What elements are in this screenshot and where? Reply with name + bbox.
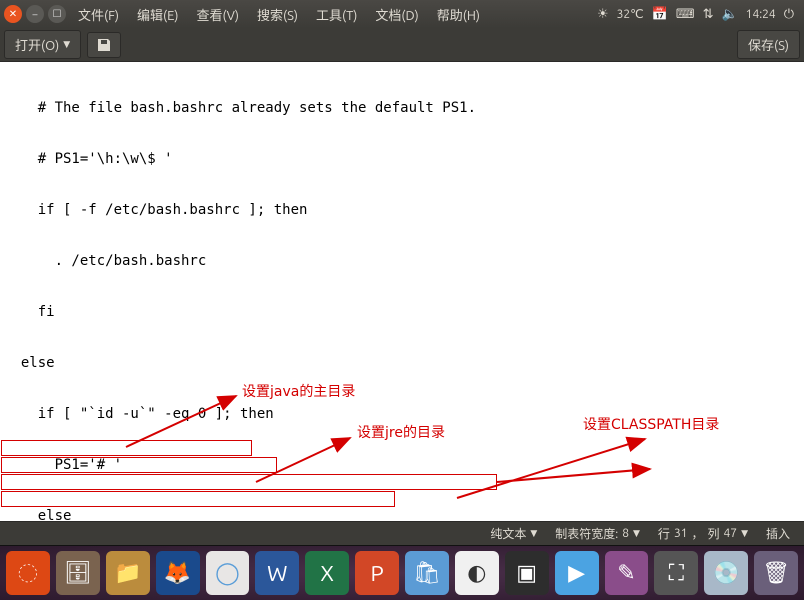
launcher-ubuntu[interactable]: ◌ xyxy=(6,551,50,595)
save-icon xyxy=(96,37,112,53)
volume-icon[interactable]: 🔈 xyxy=(721,7,737,22)
code-line: # PS1='\h:\w\$ ' xyxy=(4,151,804,168)
launcher-disc[interactable]: 💿 xyxy=(704,551,748,595)
save-icon-button[interactable] xyxy=(87,32,121,58)
code-line: . /etc/bash.bashrc xyxy=(4,253,804,270)
editor-area[interactable]: # The file bash.bashrc already sets the … xyxy=(0,62,804,521)
launcher-trash[interactable]: 🗑 xyxy=(754,551,798,595)
launcher-gedit[interactable]: ✎ xyxy=(605,551,649,595)
code-line: else xyxy=(4,508,804,521)
annotation-java-home: 设置java的主目录 xyxy=(242,384,355,401)
highlight-classpath xyxy=(1,474,497,490)
menu-view[interactable]: 查看(V) xyxy=(189,3,247,26)
pos-line: 31 xyxy=(674,527,688,540)
status-insert-mode[interactable]: 插入 xyxy=(760,525,796,542)
code-line: if [ -f /etc/bash.bashrc ]; then xyxy=(4,202,804,219)
menu-help[interactable]: 帮助(H) xyxy=(429,3,488,26)
code-line: # The file bash.bashrc already sets the … xyxy=(4,100,804,117)
chevron-down-icon[interactable]: ▼ xyxy=(741,528,748,539)
status-bar: 纯文本 ▼ 制表符宽度: 8 ▼ 行 31 ， 列 47 ▼ 插入 xyxy=(0,521,804,545)
menu-file[interactable]: 文件(F) xyxy=(70,3,127,26)
temperature-text: 32℃ xyxy=(617,7,644,21)
launcher-chromium[interactable]: ◯ xyxy=(206,551,250,595)
highlight-java-home xyxy=(1,440,252,456)
close-button[interactable]: ✕ xyxy=(4,5,22,23)
launcher-firefox[interactable]: 🦊 xyxy=(156,551,200,595)
launcher-software[interactable]: 🛍 xyxy=(405,551,449,595)
status-language[interactable]: 纯文本 ▼ xyxy=(484,525,543,542)
menu-edit[interactable]: 编辑(E) xyxy=(129,3,186,26)
menu-tools[interactable]: 工具(T) xyxy=(308,3,365,26)
launcher-word[interactable]: W xyxy=(255,551,299,595)
launcher-files[interactable]: 🗄 xyxy=(56,551,100,595)
launcher-powerpoint[interactable]: P xyxy=(355,551,399,595)
pos-col: 47 xyxy=(724,527,738,540)
launcher-excel[interactable]: X xyxy=(305,551,349,595)
launcher-terminal[interactable]: ▣ xyxy=(505,551,549,595)
status-tab-value: 8 xyxy=(622,527,629,540)
code-line: else xyxy=(4,355,804,372)
pos-line-lbl: 行 xyxy=(658,525,670,542)
launcher-settings[interactable]: ⛶ xyxy=(654,551,698,595)
dock: ◌ 🗄 📁 🦊 ◯ W X P 🛍 ◐ ▣ ▶ ✎ ⛶ 💿 🗑 xyxy=(0,545,804,600)
keyboard-icon[interactable]: ⌨ xyxy=(676,7,695,22)
save-label: 保存(S) xyxy=(748,35,789,54)
highlight-path xyxy=(1,491,395,507)
pos-col-lbl: 列 xyxy=(708,525,720,542)
system-tray: ☀ 32℃ 📅 ⌨ ⇅ 🔈 14:24 ⏻ xyxy=(597,7,800,22)
clock-text[interactable]: 14:24 xyxy=(746,8,776,21)
status-cursor-position: 行 31 ， 列 47 ▼ xyxy=(652,525,754,542)
annotation-classpath: 设置CLASSPATH目录 xyxy=(583,417,719,434)
network-icon[interactable]: ⇅ xyxy=(703,7,714,22)
launcher-app[interactable]: ◐ xyxy=(455,551,499,595)
code-line: PS1='# ' xyxy=(4,457,804,474)
chevron-down-icon: ▼ xyxy=(530,528,537,539)
chevron-down-icon: ▼ xyxy=(633,528,640,539)
status-tab-label: 制表符宽度: xyxy=(555,525,618,542)
minimize-button[interactable]: – xyxy=(26,5,44,23)
code-line: fi xyxy=(4,304,804,321)
weather-icon: ☀ xyxy=(597,7,609,22)
status-tab-width[interactable]: 制表符宽度: 8 ▼ xyxy=(549,525,646,542)
calendar-icon[interactable]: 📅 xyxy=(652,7,668,22)
maximize-button[interactable]: ☐ xyxy=(48,5,66,23)
menu-search[interactable]: 搜索(S) xyxy=(249,3,306,26)
status-mode-label: 插入 xyxy=(766,525,790,542)
chevron-down-icon: ▼ xyxy=(63,39,70,50)
title-bar: ✕ – ☐ 文件(F) 编辑(E) 查看(V) 搜索(S) 工具(T) 文档(D… xyxy=(0,0,804,28)
pos-delim: ， xyxy=(691,525,703,542)
open-label: 打开(O) xyxy=(15,35,59,54)
open-button[interactable]: 打开(O) ▼ xyxy=(4,30,81,59)
toolbar: 打开(O) ▼ 保存(S) xyxy=(0,28,804,62)
save-button[interactable]: 保存(S) xyxy=(737,30,800,59)
annotation-jre: 设置jre的目录 xyxy=(357,425,445,442)
launcher-window[interactable]: ▶ xyxy=(555,551,599,595)
status-lang-label: 纯文本 xyxy=(490,525,526,542)
launcher-folder[interactable]: 📁 xyxy=(106,551,150,595)
power-icon[interactable]: ⏻ xyxy=(784,7,794,22)
annotation-arrows xyxy=(0,62,804,521)
menu-docs[interactable]: 文档(D) xyxy=(367,3,426,26)
